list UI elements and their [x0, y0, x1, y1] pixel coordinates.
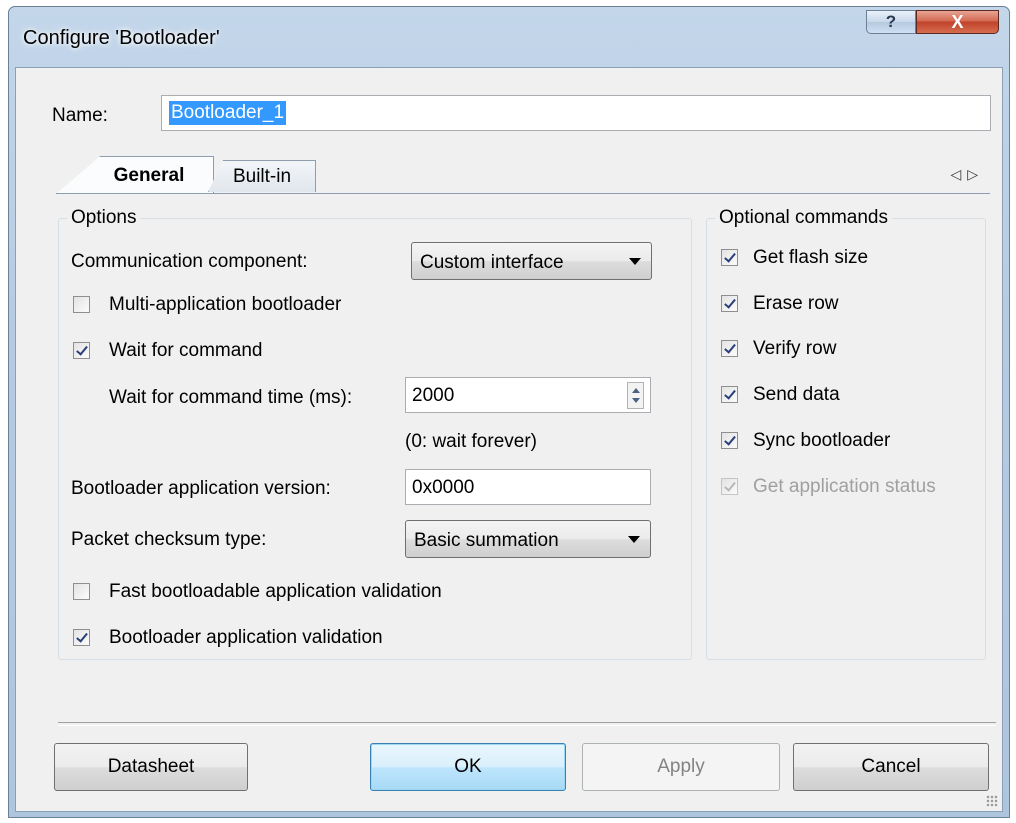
- chevron-down-icon: [628, 536, 640, 543]
- multi-application-label[interactable]: Multi-application bootloader: [109, 294, 341, 316]
- get-flash-size-label[interactable]: Get flash size: [753, 247, 868, 269]
- app-validation-label[interactable]: Bootloader application validation: [109, 627, 383, 649]
- communication-component-value: Custom interface: [420, 252, 564, 273]
- name-input[interactable]: Bootloader_1: [161, 95, 991, 131]
- resize-grip-icon[interactable]: [986, 795, 998, 807]
- wait-time-value: 2000: [412, 385, 455, 406]
- tab-strip-line: [56, 193, 990, 194]
- ok-button[interactable]: OK: [370, 743, 566, 791]
- apply-button[interactable]: Apply: [582, 743, 780, 791]
- tab-scroll: ◁▷: [950, 166, 984, 183]
- get-application-status-label: Get application status: [753, 476, 936, 497]
- get-flash-size-checkbox[interactable]: [721, 249, 738, 266]
- sync-bootloader-checkbox[interactable]: [721, 432, 738, 449]
- dialog-body: Name: Bootloader_1 General Built-in ◁▷ O…: [15, 67, 1003, 812]
- sync-bootloader-label[interactable]: Sync bootloader: [753, 430, 890, 452]
- tab-built-in-label: Built-in: [232, 166, 292, 187]
- app-version-value: 0x0000: [412, 477, 475, 498]
- wait-time-spinner[interactable]: [627, 382, 644, 409]
- fast-validation-label[interactable]: Fast bootloadable application validation: [109, 581, 442, 603]
- name-input-value: Bootloader_1: [169, 101, 287, 125]
- configure-dialog: Configure 'Bootloader' ? X Name: Bootloa…: [8, 6, 1010, 818]
- app-version-input[interactable]: 0x0000: [405, 469, 651, 505]
- checksum-label: Packet checksum type:: [71, 529, 267, 550]
- send-data-checkbox[interactable]: [721, 386, 738, 403]
- communication-component-select[interactable]: Custom interface: [411, 242, 652, 280]
- get-application-status-checkbox: [721, 478, 738, 495]
- chevron-down-icon: [629, 258, 641, 265]
- tab-general-label: General: [113, 165, 185, 186]
- verify-row-checkbox[interactable]: [721, 340, 738, 357]
- optional-commands-group: Optional commands Get flash size Erase r…: [706, 207, 986, 660]
- button-separator: [58, 722, 996, 726]
- tab-built-in[interactable]: Built-in: [208, 160, 316, 192]
- checksum-value: Basic summation: [414, 530, 559, 551]
- app-validation-checkbox[interactable]: [73, 629, 90, 646]
- window-title: Configure 'Bootloader': [23, 27, 220, 49]
- name-label: Name:: [52, 105, 108, 126]
- multi-application-checkbox[interactable]: [73, 296, 90, 313]
- optional-commands-title: Optional commands: [715, 207, 892, 229]
- tab-scroll-right-icon[interactable]: ▷: [967, 166, 984, 182]
- tab-scroll-left-icon[interactable]: ◁: [950, 166, 967, 182]
- help-icon: ?: [885, 12, 897, 31]
- app-version-label: Bootloader application version:: [71, 478, 331, 499]
- tab-general[interactable]: General: [56, 156, 214, 194]
- title-bar[interactable]: Configure 'Bootloader' ? X: [9, 7, 1009, 67]
- wait-time-label: Wait for command time (ms):: [109, 387, 353, 408]
- erase-row-checkbox[interactable]: [721, 295, 738, 312]
- cancel-button[interactable]: Cancel: [793, 743, 989, 791]
- erase-row-label[interactable]: Erase row: [753, 293, 839, 315]
- options-group-title: Options: [67, 207, 141, 229]
- close-button[interactable]: X: [916, 10, 999, 34]
- datasheet-button[interactable]: Datasheet: [54, 743, 248, 791]
- wait-for-command-checkbox[interactable]: [73, 342, 90, 359]
- wait-time-hint: (0: wait forever): [405, 431, 537, 452]
- send-data-label[interactable]: Send data: [753, 384, 840, 406]
- close-icon: X: [951, 12, 964, 32]
- spin-up-icon[interactable]: [632, 388, 640, 393]
- verify-row-label[interactable]: Verify row: [753, 338, 836, 360]
- wait-time-input[interactable]: 2000: [405, 377, 651, 413]
- help-button[interactable]: ?: [866, 10, 916, 34]
- communication-component-label: Communication component:: [71, 251, 308, 272]
- options-group: Options Communication component: Custom …: [58, 207, 692, 660]
- fast-validation-checkbox[interactable]: [73, 583, 90, 600]
- wait-for-command-label[interactable]: Wait for command: [109, 340, 262, 362]
- spin-down-icon[interactable]: [632, 398, 640, 403]
- checksum-select[interactable]: Basic summation: [405, 520, 651, 558]
